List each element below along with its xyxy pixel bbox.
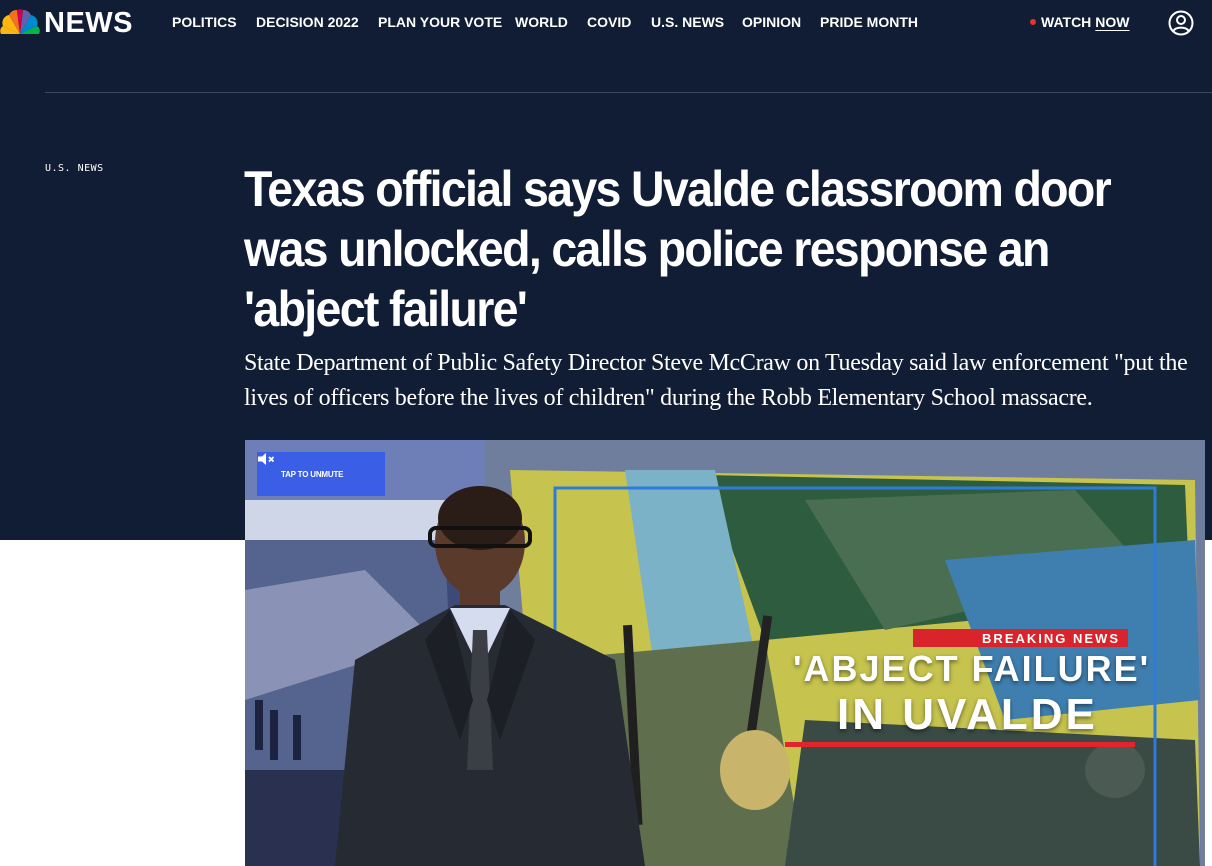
video-player[interactable]: TAP TO UNMUTE BREAKING NEWS 'ABJECT FAIL… [245,440,1205,866]
nav-item-us-news[interactable]: U.S. NEWS [651,14,724,30]
nav-item-opinion[interactable]: OPINION [742,14,801,30]
unmute-label: TAP TO UNMUTE [281,469,344,479]
nav-item-pride-month[interactable]: PRIDE MONTH [820,14,918,30]
nav-item-world[interactable]: WORLD [515,14,568,30]
article-dek: State Department of Public Safety Direct… [244,350,1188,411]
watch-now-link[interactable]: WATCH NOW [1030,14,1130,30]
user-circle-icon[interactable] [1168,10,1194,36]
peacock-icon [0,9,40,34]
article-headline: Texas official says Uvalde classroom doo… [244,161,1112,337]
nav-item-decision-2022[interactable]: DECISION 2022 [256,14,359,30]
top-navigation: NEWS POLITICS DECISION 2022 PLAN YOUR VO… [0,0,1212,46]
live-dot-icon [1030,19,1036,25]
nav-item-covid[interactable]: COVID [587,14,631,30]
watch-now-label: NOW [1095,14,1130,30]
graphic-red-rule [785,742,1135,747]
tap-to-unmute-button[interactable]: TAP TO UNMUTE [257,452,385,496]
graphic-headline-line1: 'ABJECT FAILURE' [793,648,1151,689]
section-label[interactable]: U.S. NEWS [45,163,104,174]
nbc-news-logo[interactable]: NEWS [0,6,133,40]
nav-item-plan-your-vote[interactable]: PLAN YOUR VOTE [378,14,502,30]
speaker-muted-icon [258,453,275,465]
graphic-headline-line2: IN UVALDE [837,690,1098,739]
breaking-news-banner: BREAKING NEWS [913,629,1128,647]
logo-text: NEWS [44,6,133,39]
watch-label: WATCH [1041,14,1092,30]
nav-item-politics[interactable]: POLITICS [172,14,237,30]
header-divider [45,92,1212,93]
